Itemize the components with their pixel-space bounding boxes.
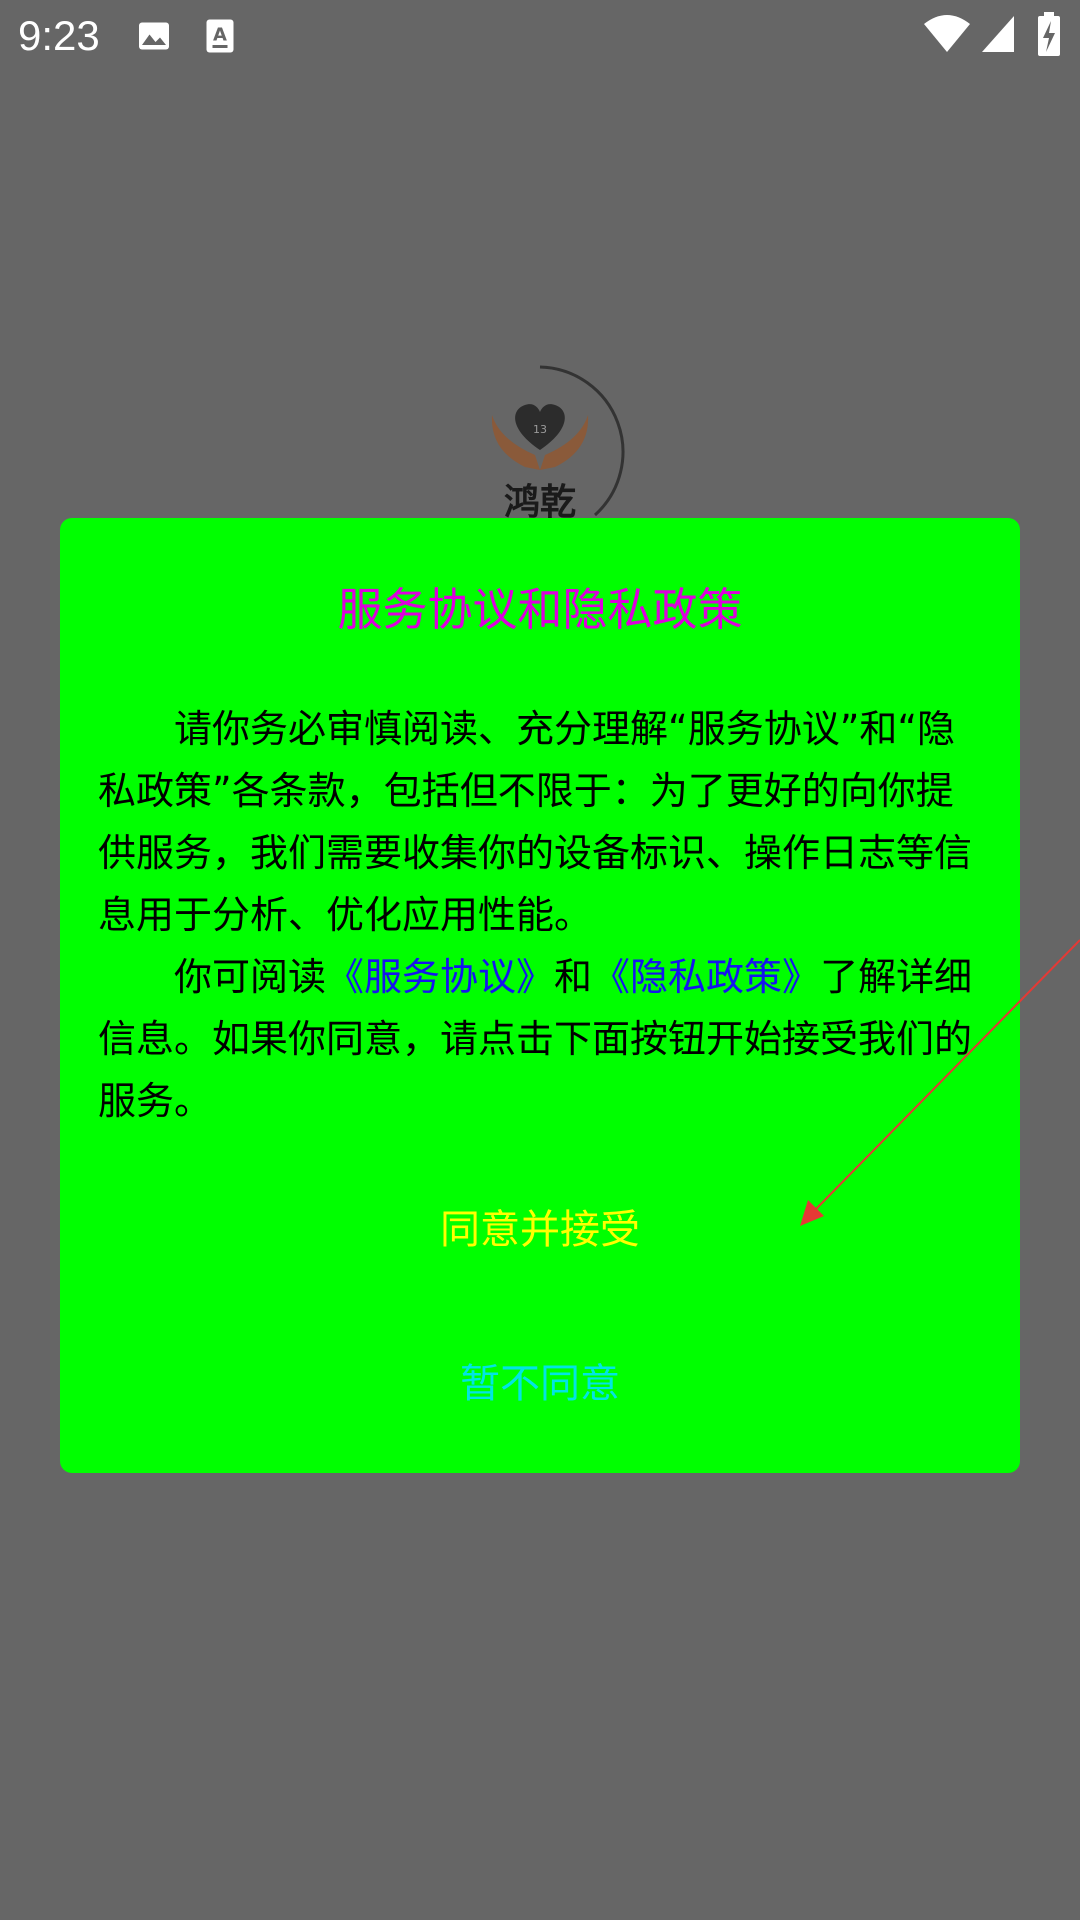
splash-logo: 13 鸿乾	[480, 355, 650, 525]
dialog-paragraph-1: 请你务必审慎阅读、充分理解“服务协议”和“隐私政策”各条款，包括但不限于：为了更…	[98, 707, 973, 937]
privacy-policy-link[interactable]: 《隐私政策》	[592, 955, 820, 999]
status-bar: 9:23 A	[0, 0, 1080, 72]
agree-button[interactable]: 同意并接受	[290, 1176, 790, 1276]
disagree-button[interactable]: 暂不同意	[290, 1330, 790, 1430]
dialog-title: 服务协议和隐私政策	[337, 583, 743, 636]
battery-charging-icon	[1038, 12, 1060, 56]
p2-and: 和	[554, 955, 593, 999]
image-icon	[139, 22, 169, 50]
dialog-paragraph-2: 你可阅读《服务协议》和《隐私政策》了解详细信息。如果你同意，请点击下面按钮开始接…	[98, 946, 980, 1132]
status-time: 9:23	[18, 12, 100, 59]
wifi-icon	[924, 15, 970, 52]
keyboard-a-icon: A	[206, 19, 234, 53]
signal-icon	[982, 16, 1014, 52]
service-agreement-link[interactable]: 《服务协议》	[326, 955, 554, 999]
dialog-body: 请你务必审慎阅读、充分理解“服务协议”和“隐私政策”各条款，包括但不限于：为了更…	[98, 698, 980, 1132]
privacy-dialog: 服务协议和隐私政策 请你务必审慎阅读、充分理解“服务协议”和“隐私政策”各条款，…	[60, 518, 1020, 1473]
p2-prefix: 你可阅读	[174, 955, 327, 999]
logo-badge: 13	[533, 423, 547, 436]
svg-text:A: A	[213, 25, 227, 46]
